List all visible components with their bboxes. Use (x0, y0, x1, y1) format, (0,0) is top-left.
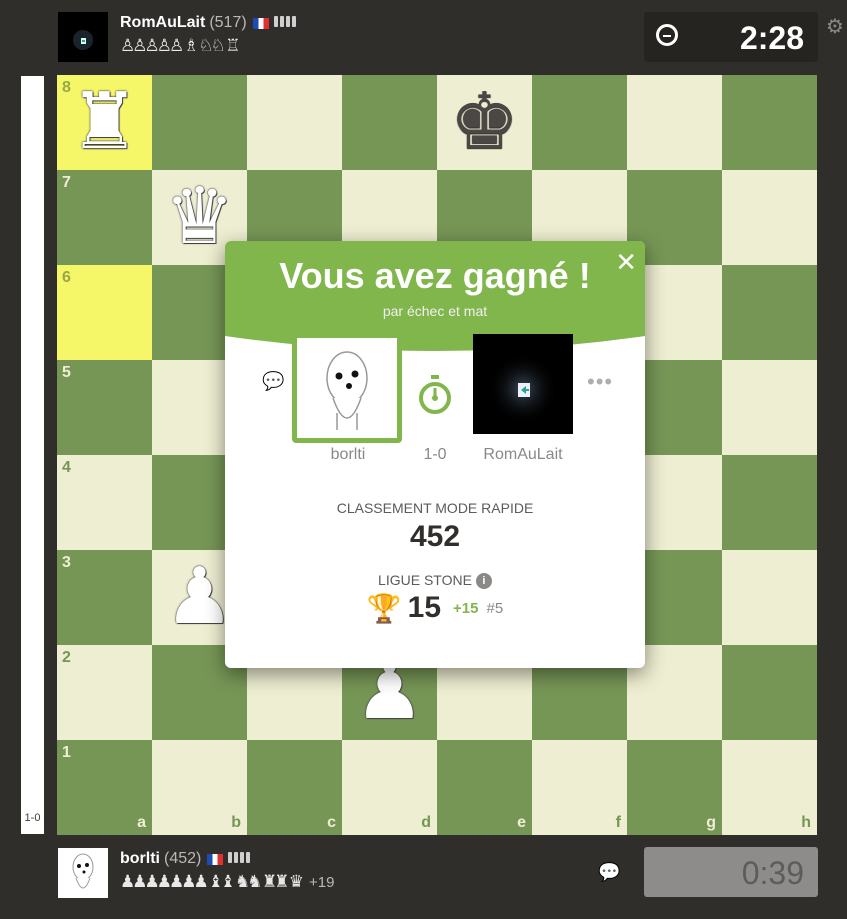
league-gain: +15 (453, 599, 479, 617)
more-options-icon[interactable]: ••• (587, 369, 613, 395)
player-captured-pieces: ♟♟♟♟♟♟♟ ♝♝ ♞♞ ♜♜ ♛ +19 (120, 872, 334, 892)
trophy-icon: 🏆 (366, 592, 402, 624)
white-rook-piece[interactable]: ♜ (57, 75, 152, 170)
rating-value: 452 (409, 520, 461, 553)
square-b1[interactable]: b (152, 740, 247, 835)
square-a2[interactable]: 2 (57, 645, 152, 740)
rank-label: 1 (62, 744, 71, 761)
player-name-modal: borlti (330, 446, 366, 463)
file-label: e (517, 814, 526, 831)
player-name[interactable]: borlti (120, 850, 160, 867)
square-g1[interactable]: g (627, 740, 722, 835)
square-b8[interactable] (152, 75, 247, 170)
square-a1[interactable]: 1a (57, 740, 152, 835)
square-d8[interactable] (342, 75, 437, 170)
player-avatar-bar[interactable] (58, 848, 108, 898)
opponent-name-row: RomAuLait (517) (120, 14, 298, 32)
square-d1[interactable]: d (342, 740, 437, 835)
league-label: LIGUE STONE (378, 572, 472, 588)
file-label: c (327, 814, 336, 831)
league-points: 15 (407, 591, 442, 624)
rank-label: 7 (62, 174, 71, 191)
stopwatch-icon (417, 375, 453, 415)
rank-label: 2 (62, 649, 71, 666)
evaluation-bar (21, 76, 44, 834)
chat-icon[interactable]: 💬 (262, 371, 284, 392)
square-h5[interactable] (722, 360, 817, 455)
player-clock-time: 0:39 (741, 855, 804, 891)
square-h7[interactable] (722, 170, 817, 265)
square-a8[interactable]: 8 ♜ (57, 75, 152, 170)
france-flag-icon (207, 853, 224, 865)
square-f1[interactable]: f (532, 740, 627, 835)
connection-bars-icon (273, 14, 298, 32)
game-score: 1-0 (423, 446, 447, 463)
square-f8[interactable] (532, 75, 627, 170)
rank-label: 5 (62, 364, 71, 381)
info-icon[interactable]: i (475, 573, 492, 590)
league-label-row: LIGUE STONE i (225, 572, 645, 590)
game-over-modal: Vous avez gagné ! par échec et mat ✕ 💬 •… (225, 241, 645, 668)
player-avatar[interactable] (292, 333, 402, 443)
opponent-avatar-modal[interactable] (473, 334, 573, 434)
square-e1[interactable]: e (437, 740, 532, 835)
league-rank: #5 (486, 599, 504, 617)
league-row: 🏆 15 +15 #5 (225, 591, 645, 631)
opponent-captured-pieces: ♙♙♙♙♙ ♗ ♘♘ ♖ (120, 36, 240, 56)
square-h8[interactable] (722, 75, 817, 170)
square-h1[interactable]: h (722, 740, 817, 835)
square-e8[interactable]: ♚ (437, 75, 532, 170)
player-rating: (452) (164, 850, 202, 868)
evaluation-score: 1-0 (24, 812, 41, 824)
square-h2[interactable] (722, 645, 817, 740)
square-a5[interactable]: 5 (57, 360, 152, 455)
result-title: Vous avez gagné ! (279, 255, 591, 296)
opponent-name[interactable]: RomAuLait (120, 14, 205, 31)
square-a3[interactable]: 3 (57, 550, 152, 645)
file-label: h (801, 814, 811, 831)
square-h4[interactable] (722, 455, 817, 550)
opponent-name-modal: RomAuLait (483, 446, 563, 463)
square-a4[interactable]: 4 (57, 455, 152, 550)
player-clock: 0:39 (644, 847, 818, 897)
rating-label: CLASSEMENT MODE RAPIDE (336, 500, 534, 516)
result-subtitle: par échec et mat (382, 303, 488, 319)
clock-icon (656, 24, 678, 46)
opponent-clock: 2:28 (644, 12, 818, 62)
square-c8[interactable] (247, 75, 342, 170)
rank-label: 6 (62, 269, 71, 286)
file-label: g (706, 814, 716, 831)
square-g8[interactable] (627, 75, 722, 170)
chat-icon[interactable]: 💬 (598, 862, 620, 883)
opponent-clock-time: 2:28 (739, 20, 804, 56)
material-advantage: +19 (308, 874, 335, 891)
modal-header: Vous avez gagné ! par échec et mat ✕ (225, 241, 645, 361)
file-label: b (231, 814, 241, 831)
square-a7[interactable]: 7 (57, 170, 152, 265)
file-label: d (421, 814, 431, 831)
opponent-avatar[interactable] (58, 12, 108, 62)
france-flag-icon (252, 17, 269, 29)
rank-label: 3 (62, 554, 71, 571)
square-h3[interactable] (722, 550, 817, 645)
square-h6[interactable] (722, 265, 817, 360)
square-c1[interactable]: c (247, 740, 342, 835)
opponent-rating: (517) (209, 14, 247, 32)
gear-icon[interactable]: ⚙ (826, 14, 844, 39)
rank-label: 4 (62, 459, 71, 476)
player-captured-list: ♟♟♟♟♟♟♟ ♝♝ ♞♞ ♜♜ ♛ (120, 872, 304, 892)
black-king-piece[interactable]: ♚ (437, 75, 532, 170)
connection-bars-icon (228, 850, 252, 868)
close-icon[interactable]: ✕ (615, 249, 637, 275)
file-label: a (137, 814, 146, 831)
player-name-row: borlti (452) (120, 850, 252, 868)
square-a6[interactable]: 6 (57, 265, 152, 360)
file-label: f (615, 814, 621, 831)
